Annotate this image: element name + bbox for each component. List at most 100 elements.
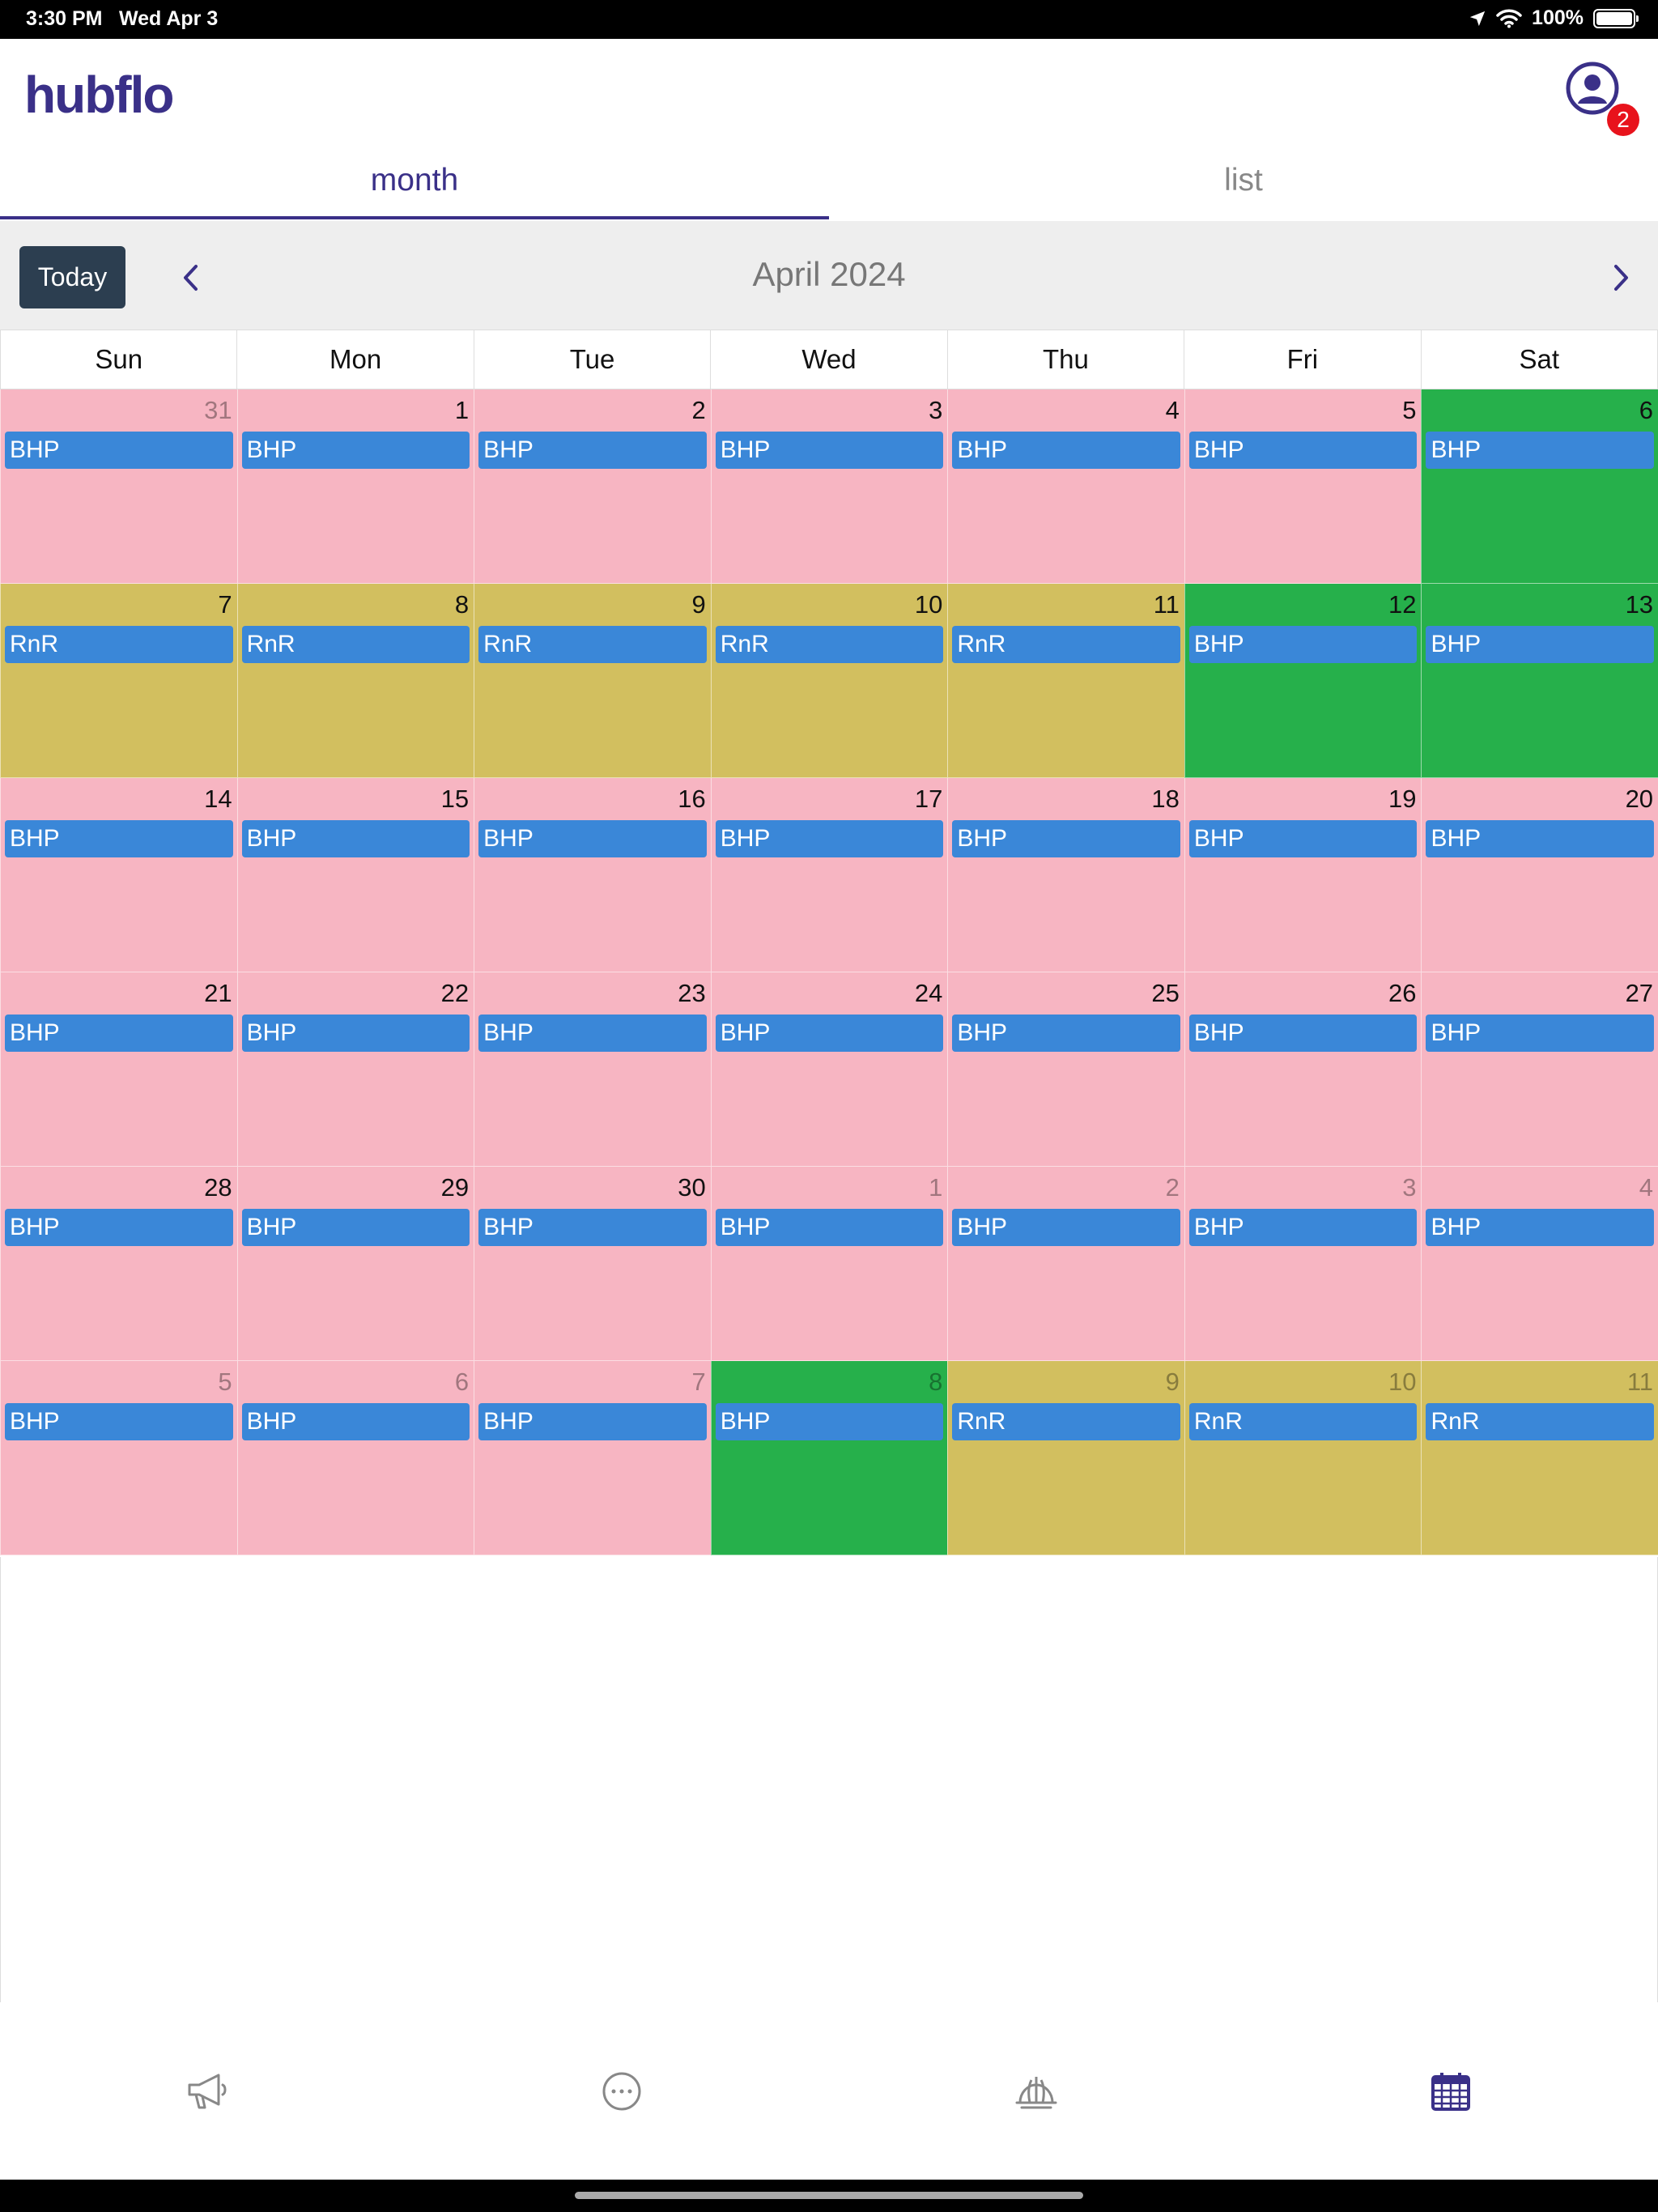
day-number[interactable]: 5 xyxy=(218,1368,232,1397)
day-number[interactable]: 2 xyxy=(1166,1173,1180,1202)
day-number[interactable]: 9 xyxy=(691,590,705,619)
day-number[interactable]: 16 xyxy=(678,785,705,814)
calendar-day-cell[interactable]: 5 BHP xyxy=(0,1361,237,1555)
day-number[interactable]: 25 xyxy=(1151,979,1179,1008)
calendar-event[interactable]: BHP xyxy=(1426,432,1655,469)
calendar-day-cell[interactable]: 28 BHP xyxy=(0,1167,237,1361)
calendar-day-cell[interactable]: 17 BHP xyxy=(710,778,948,972)
calendar-event[interactable]: BHP xyxy=(241,1403,470,1440)
day-number[interactable]: 10 xyxy=(915,590,942,619)
day-number[interactable]: 6 xyxy=(455,1368,469,1397)
user-avatar-icon[interactable] xyxy=(1566,62,1619,115)
calendar-day-cell[interactable]: 24 BHP xyxy=(710,972,948,1167)
calendar-event[interactable]: BHP xyxy=(1188,820,1418,857)
today-button[interactable]: Today xyxy=(19,246,125,308)
day-number[interactable]: 19 xyxy=(1388,785,1416,814)
calendar-event[interactable]: RnR xyxy=(1188,1403,1418,1440)
day-number[interactable]: 27 xyxy=(1626,979,1653,1008)
calendar-day-cell[interactable]: 6 BHP xyxy=(1421,389,1658,584)
nav-calendar[interactable] xyxy=(1244,2002,1658,2180)
calendar-event[interactable]: BHP xyxy=(1426,820,1655,857)
calendar-day-cell[interactable]: 22 BHP xyxy=(236,972,474,1167)
day-number[interactable]: 5 xyxy=(1402,396,1416,425)
calendar-day-cell[interactable]: 10 RnR xyxy=(710,584,948,778)
calendar-event[interactable]: BHP xyxy=(952,1209,1180,1246)
day-number[interactable]: 2 xyxy=(691,396,705,425)
day-number[interactable]: 23 xyxy=(678,979,705,1008)
calendar-day-cell[interactable]: 15 BHP xyxy=(236,778,474,972)
calendar-day-cell[interactable]: 30 BHP xyxy=(474,1167,711,1361)
day-number[interactable]: 4 xyxy=(1166,396,1180,425)
calendar-event[interactable]: BHP xyxy=(715,820,944,857)
calendar-event[interactable]: RnR xyxy=(241,626,470,663)
nav-announcements[interactable] xyxy=(0,2002,414,2180)
calendar-event[interactable]: RnR xyxy=(952,1403,1180,1440)
calendar-day-cell[interactable]: 3 BHP xyxy=(710,389,948,584)
calendar-day-cell[interactable]: 18 BHP xyxy=(947,778,1184,972)
day-number[interactable]: 30 xyxy=(678,1173,705,1202)
calendar-event[interactable]: BHP xyxy=(715,1209,944,1246)
day-number[interactable]: 22 xyxy=(441,979,469,1008)
calendar-event[interactable]: RnR xyxy=(5,626,233,663)
calendar-event[interactable]: BHP xyxy=(241,432,470,469)
day-number[interactable]: 4 xyxy=(1639,1173,1653,1202)
calendar-event[interactable]: BHP xyxy=(5,1209,233,1246)
calendar-event[interactable]: BHP xyxy=(715,432,944,469)
calendar-day-cell[interactable]: 2 BHP xyxy=(947,1167,1184,1361)
calendar-event[interactable]: BHP xyxy=(5,1403,233,1440)
calendar-day-cell[interactable]: 25 BHP xyxy=(947,972,1184,1167)
calendar-event[interactable]: BHP xyxy=(715,1015,944,1052)
calendar-day-cell[interactable]: 10 RnR xyxy=(1184,1361,1422,1555)
calendar-event[interactable]: BHP xyxy=(5,432,233,469)
day-number[interactable]: 17 xyxy=(915,785,942,814)
calendar-day-cell[interactable]: 31 BHP xyxy=(0,389,237,584)
calendar-day-cell[interactable]: 29 BHP xyxy=(236,1167,474,1361)
calendar-day-cell[interactable]: 11 RnR xyxy=(947,584,1184,778)
day-number[interactable]: 6 xyxy=(1639,396,1653,425)
nav-jobs[interactable] xyxy=(829,2002,1244,2180)
day-number[interactable]: 20 xyxy=(1626,785,1653,814)
calendar-day-cell[interactable]: 4 BHP xyxy=(947,389,1184,584)
calendar-event[interactable]: BHP xyxy=(241,820,470,857)
calendar-event[interactable]: BHP xyxy=(1426,1015,1655,1052)
calendar-event[interactable]: BHP xyxy=(478,432,707,469)
calendar-event[interactable]: BHP xyxy=(1188,432,1418,469)
calendar-event[interactable]: RnR xyxy=(1426,1403,1655,1440)
calendar-day-cell[interactable]: 12 BHP xyxy=(1184,584,1422,778)
calendar-day-cell[interactable]: 11 RnR xyxy=(1421,1361,1658,1555)
calendar-day-cell[interactable]: 21 BHP xyxy=(0,972,237,1167)
day-number[interactable]: 11 xyxy=(1627,1368,1653,1397)
calendar-day-cell[interactable]: 8 BHP xyxy=(710,1361,948,1555)
calendar-event[interactable]: BHP xyxy=(1188,1015,1418,1052)
calendar-day-cell[interactable]: 2 BHP xyxy=(474,389,711,584)
calendar-event[interactable]: RnR xyxy=(715,626,944,663)
calendar-day-cell[interactable]: 4 BHP xyxy=(1421,1167,1658,1361)
day-number[interactable]: 13 xyxy=(1626,590,1653,619)
calendar-day-cell[interactable]: 20 BHP xyxy=(1421,778,1658,972)
calendar-event[interactable]: BHP xyxy=(478,1403,707,1440)
day-number[interactable]: 3 xyxy=(1402,1173,1416,1202)
next-month-button[interactable] xyxy=(1596,253,1645,302)
day-number[interactable]: 1 xyxy=(455,396,469,425)
calendar-day-cell[interactable]: 14 BHP xyxy=(0,778,237,972)
calendar-day-cell[interactable]: 7 RnR xyxy=(0,584,237,778)
calendar-day-cell[interactable]: 6 BHP xyxy=(236,1361,474,1555)
calendar-event[interactable]: BHP xyxy=(241,1015,470,1052)
day-number[interactable]: 15 xyxy=(441,785,469,814)
calendar-event[interactable]: RnR xyxy=(478,626,707,663)
day-number[interactable]: 12 xyxy=(1388,590,1416,619)
notification-badge[interactable]: 2 xyxy=(1607,104,1639,136)
calendar-day-cell[interactable]: 19 BHP xyxy=(1184,778,1422,972)
calendar-event[interactable]: BHP xyxy=(5,820,233,857)
day-number[interactable]: 11 xyxy=(1154,590,1180,619)
day-number[interactable]: 21 xyxy=(204,979,232,1008)
calendar-event[interactable]: BHP xyxy=(478,1209,707,1246)
calendar-event[interactable]: BHP xyxy=(1426,626,1655,663)
calendar-event[interactable]: BHP xyxy=(952,820,1180,857)
calendar-event[interactable]: BHP xyxy=(1426,1209,1655,1246)
calendar-day-cell[interactable]: 23 BHP xyxy=(474,972,711,1167)
calendar-event[interactable]: BHP xyxy=(1188,1209,1418,1246)
day-number[interactable]: 31 xyxy=(204,396,232,425)
calendar-event[interactable]: BHP xyxy=(478,1015,707,1052)
calendar-day-cell[interactable]: 1 BHP xyxy=(710,1167,948,1361)
